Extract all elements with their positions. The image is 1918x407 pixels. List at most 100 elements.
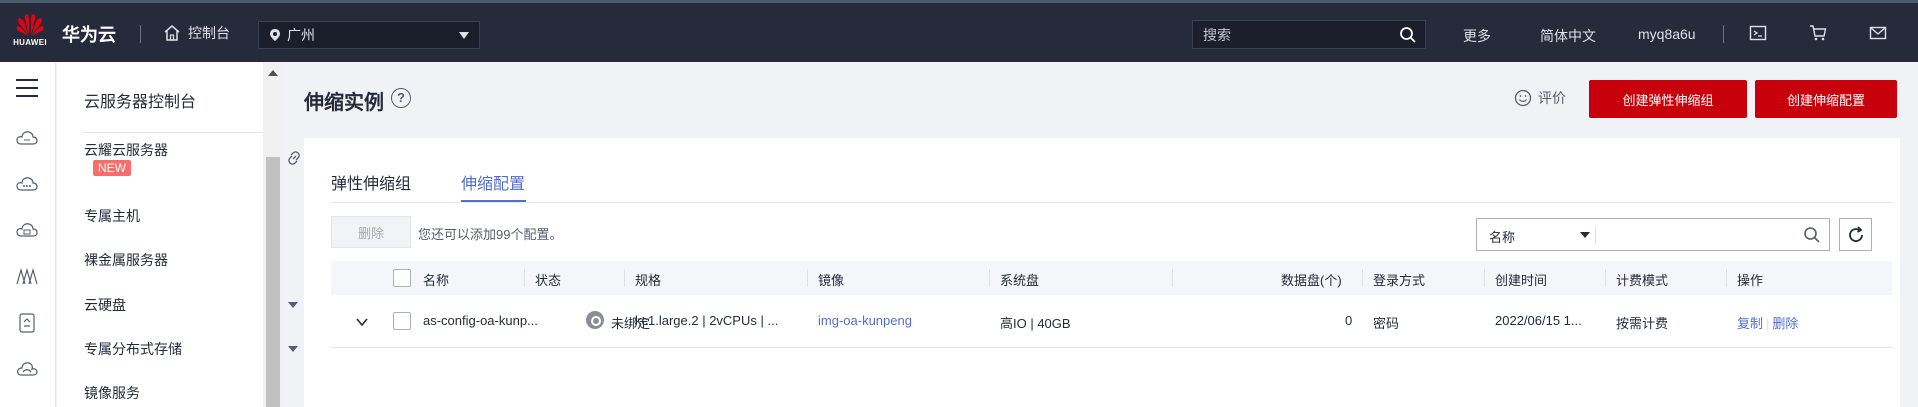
- column-divider: [1484, 269, 1485, 287]
- global-search-input[interactable]: 搜索: [1192, 20, 1426, 49]
- sidebar-item-distributed-storage[interactable]: 专属分布式存储: [84, 339, 182, 359]
- sidebar-item-image-service[interactable]: 镜像服务: [84, 383, 140, 403]
- column-divider: [624, 269, 625, 287]
- column-divider: [989, 269, 990, 287]
- language-selector[interactable]: 简体中文: [1540, 26, 1596, 46]
- unbound-status-icon: [586, 311, 604, 329]
- divider: [140, 25, 141, 43]
- console-label: 控制台: [188, 25, 230, 41]
- home-icon: [164, 25, 180, 41]
- row-checkbox[interactable]: [393, 312, 411, 330]
- refresh-icon: [1848, 225, 1863, 242]
- config-name[interactable]: as-config-oa-kunp...: [423, 313, 538, 328]
- chevron-down-icon[interactable]: [1580, 232, 1590, 238]
- config-spec: kc1.large.2 | 2vCPUs | ...: [635, 313, 779, 328]
- create-scaling-config-button[interactable]: 创建伸缩配置: [1755, 80, 1897, 118]
- cloud-service-icon[interactable]: [16, 360, 38, 378]
- config-system-disk: 高IO | 40GB: [1000, 316, 1071, 331]
- logo-text: HUAWEI: [13, 38, 47, 47]
- chevron-down-icon[interactable]: [288, 302, 298, 308]
- terminal-icon[interactable]: [1749, 24, 1767, 42]
- active-tab-indicator: [461, 200, 526, 202]
- row-actions: 复制 | 删除: [1737, 313, 1798, 332]
- chevron-down-icon: [459, 32, 469, 39]
- region-selector[interactable]: 广州: [258, 21, 480, 49]
- top-navigation-bar: HUAWEI 华为云 控制台 广州 搜索 更多 简体中文 myq8a6u: [0, 0, 1918, 62]
- column-header-status[interactable]: 状态: [535, 270, 561, 289]
- refresh-button[interactable]: [1839, 218, 1872, 251]
- column-header-system-disk[interactable]: 系统盘: [1000, 270, 1039, 289]
- rate-button[interactable]: 评价: [1514, 88, 1566, 108]
- delete-button[interactable]: 删除: [331, 216, 411, 248]
- user-menu[interactable]: myq8a6u: [1638, 26, 1696, 42]
- action-divider: |: [1766, 316, 1770, 331]
- region-label: 广州: [287, 27, 315, 43]
- delete-action-link[interactable]: 删除: [1772, 316, 1798, 331]
- sidebar-item-flexus-server[interactable]: 云耀云服务器: [84, 140, 168, 160]
- config-image-link[interactable]: img-oa-kunpeng: [818, 313, 912, 328]
- column-header-login[interactable]: 登录方式: [1373, 270, 1425, 289]
- tab-scaling-groups[interactable]: 弹性伸缩组: [331, 170, 411, 194]
- column-divider: [1605, 269, 1606, 287]
- help-icon[interactable]: ?: [391, 88, 411, 108]
- scroll-up-arrow-icon[interactable]: [268, 70, 278, 76]
- column-divider: [1172, 269, 1173, 287]
- config-login-method: 密码: [1373, 316, 1400, 331]
- column-header-image[interactable]: 镜像: [818, 270, 844, 289]
- column-header-billing[interactable]: 计费模式: [1616, 270, 1668, 289]
- smiley-icon: [1514, 89, 1532, 107]
- copy-action-link[interactable]: 复制: [1737, 316, 1763, 331]
- divider: [1723, 25, 1724, 43]
- menu-icon[interactable]: [16, 78, 38, 98]
- filter-field-select[interactable]: 名称: [1489, 227, 1515, 246]
- column-header-actions: 操作: [1737, 273, 1764, 288]
- filter-search[interactable]: 名称: [1476, 218, 1830, 251]
- column-divider: [524, 269, 525, 287]
- chevron-down-icon[interactable]: [288, 346, 298, 352]
- cloud-icon[interactable]: [16, 176, 38, 192]
- select-all-checkbox[interactable]: [393, 269, 411, 287]
- huawei-logo[interactable]: HUAWEI: [10, 13, 50, 55]
- cloud-server-icon[interactable]: [16, 130, 38, 146]
- column-header-created[interactable]: 创建时间: [1495, 270, 1547, 289]
- page-title: 伸缩实例: [304, 92, 384, 114]
- column-header-name[interactable]: 名称: [423, 270, 449, 289]
- config-billing-mode: 按需计费: [1616, 316, 1669, 331]
- column-header-spec[interactable]: 规格: [635, 270, 661, 289]
- divider: [82, 132, 275, 133]
- search-placeholder: 搜索: [1203, 26, 1231, 43]
- link-icon[interactable]: [286, 150, 302, 166]
- config-created-time: 2022/06/15 1...: [1495, 313, 1582, 328]
- tab-scaling-configs[interactable]: 伸缩配置: [461, 170, 525, 194]
- search-icon[interactable]: [1803, 226, 1821, 244]
- sidebar-item-cloud-disk[interactable]: 云硬盘: [84, 295, 126, 315]
- sidebar-scrollbar[interactable]: [263, 62, 283, 407]
- column-divider: [807, 269, 808, 287]
- sidebar-title: 云服务器控制台: [84, 94, 197, 111]
- sidebar-item-bare-metal[interactable]: 裸金属服务器: [84, 250, 168, 270]
- content-card: 弹性伸缩组 伸缩配置 删除 您还可以添加99个配置。 名称 名称 状态 规格 镜…: [304, 138, 1900, 407]
- console-link[interactable]: 控制台: [163, 23, 230, 43]
- huawei-flower-icon: [16, 14, 44, 36]
- expand-row-chevron-icon[interactable]: [355, 315, 369, 329]
- brand-name[interactable]: 华为云: [62, 21, 116, 47]
- network-icon[interactable]: [16, 267, 38, 285]
- more-menu[interactable]: 更多: [1463, 26, 1491, 46]
- sidebar-item-dedicated-host[interactable]: 专属主机: [84, 206, 140, 226]
- column-divider: [1726, 269, 1727, 287]
- config-data-disks: 0: [1345, 313, 1353, 328]
- new-badge: NEW: [93, 160, 131, 176]
- divider: [1595, 226, 1596, 244]
- storage-icon[interactable]: [16, 312, 38, 334]
- tabs-divider: [331, 202, 1892, 203]
- create-scaling-group-button[interactable]: 创建弹性伸缩组: [1589, 80, 1747, 118]
- rate-label: 评价: [1538, 90, 1566, 106]
- service-sidebar: 云服务器控制台 云耀云服务器 NEW 专属主机 裸金属服务器 云硬盘 专属分布式…: [57, 62, 300, 407]
- cart-icon[interactable]: [1809, 24, 1827, 42]
- search-icon[interactable]: [1399, 26, 1417, 44]
- scrollbar-thumb[interactable]: [266, 157, 280, 407]
- column-header-data-disks[interactable]: 数据盘(个): [1281, 270, 1342, 289]
- mail-icon[interactable]: [1869, 24, 1887, 42]
- table-header: 名称 状态 规格 镜像 系统盘 数据盘(个) 登录方式 创建时间 计费模式 操作: [331, 261, 1892, 295]
- cloud-database-icon[interactable]: [16, 222, 38, 238]
